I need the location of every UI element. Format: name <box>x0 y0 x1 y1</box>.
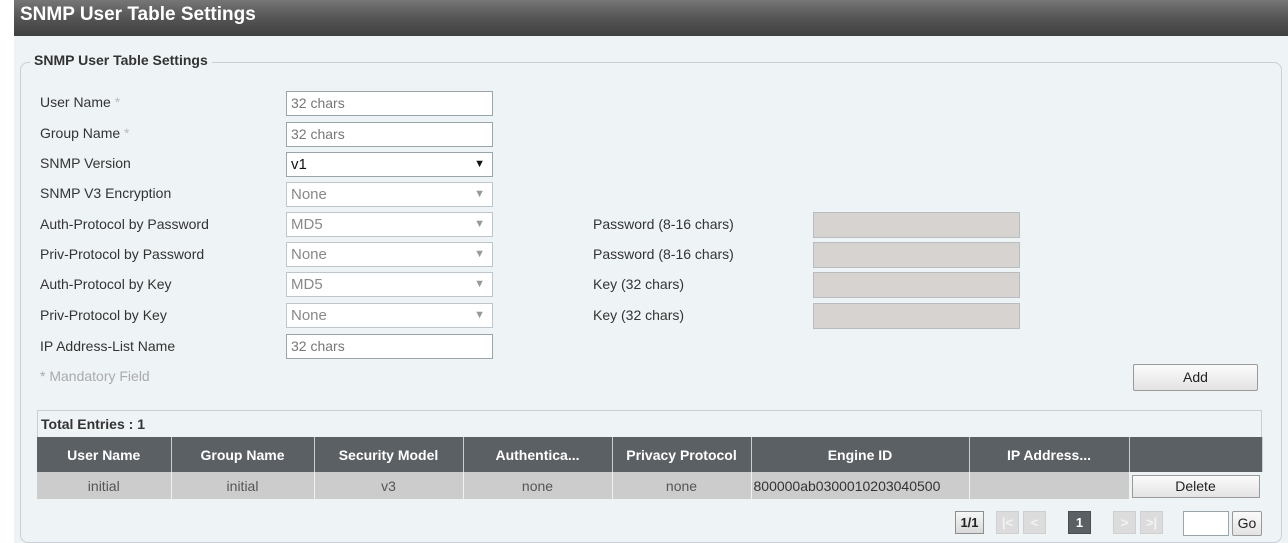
chevron-down-icon: ▼ <box>474 248 485 260</box>
user-name-input[interactable]: 32 chars <box>286 91 493 116</box>
snmp-version-select[interactable]: v1 ▼ <box>286 152 493 177</box>
priv-key-label: Priv-Protocol by Key <box>40 307 167 323</box>
last-page-button[interactable]: >| <box>1140 511 1163 534</box>
table-header-row: User Name Group Name Security Model Auth… <box>37 437 1263 472</box>
delete-button[interactable]: Delete <box>1131 475 1260 498</box>
add-button[interactable]: Add <box>1133 364 1258 391</box>
prev-page-button[interactable]: < <box>1023 511 1046 534</box>
go-button[interactable]: Go <box>1232 511 1262 536</box>
cell-user-name: initial <box>37 472 172 499</box>
cell-security-model: v3 <box>314 472 464 499</box>
next-page-button[interactable]: > <box>1113 511 1136 534</box>
auth-password-select[interactable]: MD5 ▼ <box>286 212 493 237</box>
user-name-label: User Name * <box>40 94 121 110</box>
column-header: IP Address... <box>969 437 1130 472</box>
total-entries: Total Entries : 1 <box>37 410 1262 437</box>
priv-password-select[interactable]: None ▼ <box>286 242 493 267</box>
cell-privacy-protocol: none <box>612 472 752 499</box>
column-header: Privacy Protocol <box>612 437 752 472</box>
auth-key-side-label: Key (32 chars) <box>593 276 685 292</box>
priv-key-input[interactable] <box>813 303 1020 329</box>
fieldset-legend: SNMP User Table Settings <box>30 52 212 68</box>
auth-key-select[interactable]: MD5 ▼ <box>286 272 493 297</box>
v3-encryption-select[interactable]: None ▼ <box>286 182 493 207</box>
auth-password-label: Auth-Protocol by Password <box>40 216 209 232</box>
column-header: User Name <box>37 437 172 472</box>
priv-password-input[interactable] <box>813 242 1020 268</box>
chevron-down-icon: ▼ <box>474 309 485 321</box>
page-count: 1/1 <box>955 511 984 534</box>
cell-ip-address <box>969 472 1130 499</box>
snmp-version-label: SNMP Version <box>40 155 131 171</box>
auth-password-side-label: Password (8-16 chars) <box>593 216 734 232</box>
cell-action: Delete <box>1129 472 1263 499</box>
first-page-button[interactable]: |< <box>996 511 1019 534</box>
table-row: initial initial v3 none none 800000ab030… <box>37 472 1263 499</box>
mandatory-note: * Mandatory Field <box>40 368 150 384</box>
page-number-input[interactable] <box>1183 511 1229 536</box>
priv-password-label: Priv-Protocol by Password <box>40 246 205 262</box>
cell-engine-id: 800000ab0300010203040500 <box>751 472 970 499</box>
chevron-down-icon: ▼ <box>474 278 485 290</box>
column-header <box>1129 437 1263 472</box>
group-name-label: Group Name * <box>40 125 130 141</box>
current-page-button[interactable]: 1 <box>1068 511 1091 534</box>
column-header: Group Name <box>171 437 315 472</box>
auth-key-label: Auth-Protocol by Key <box>40 276 172 292</box>
chevron-down-icon: ▼ <box>474 158 485 170</box>
priv-key-select[interactable]: None ▼ <box>286 303 493 328</box>
chevron-down-icon: ▼ <box>474 218 485 230</box>
group-name-input[interactable]: 32 chars <box>286 122 493 147</box>
page-title: SNMP User Table Settings <box>14 0 1288 36</box>
chevron-down-icon: ▼ <box>474 188 485 200</box>
v3-encryption-label: SNMP V3 Encryption <box>40 185 172 201</box>
cell-group-name: initial <box>171 472 315 499</box>
ip-list-label: IP Address-List Name <box>40 338 176 354</box>
cell-authentication: none <box>463 472 613 499</box>
column-header: Authentica... <box>463 437 613 472</box>
column-header: Security Model <box>314 437 464 472</box>
column-header: Engine ID <box>751 437 970 472</box>
auth-password-input[interactable] <box>813 212 1020 238</box>
snmp-user-table: User Name Group Name Security Model Auth… <box>37 437 1263 499</box>
ip-list-input[interactable]: 32 chars <box>286 334 493 359</box>
priv-password-side-label: Password (8-16 chars) <box>593 246 734 262</box>
auth-key-input[interactable] <box>813 272 1020 298</box>
priv-key-side-label: Key (32 chars) <box>593 307 685 323</box>
